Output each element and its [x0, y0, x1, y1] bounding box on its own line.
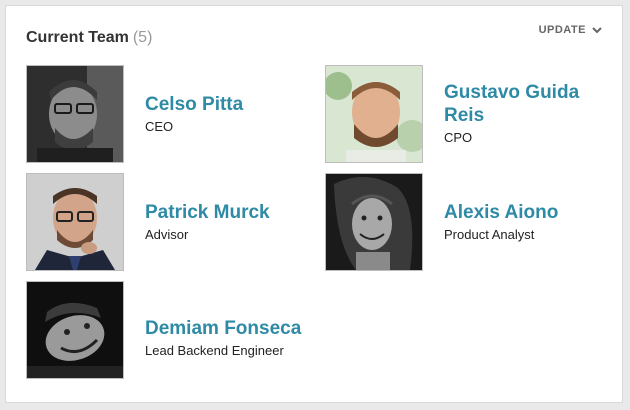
team-member: Demiam Fonseca Lead Backend Engineer — [26, 281, 316, 381]
card-title-text: Current Team — [26, 29, 129, 46]
team-member: Gustavo Guida Reis CPO — [325, 65, 615, 165]
member-role: Product Analyst — [444, 227, 535, 242]
team-count: (5) — [132, 29, 153, 46]
team-member: Alexis Aiono Product Analyst — [325, 173, 615, 273]
chevron-down-icon — [592, 26, 602, 34]
member-name[interactable]: Celso Pitta — [145, 93, 315, 116]
team-card: Current Team(5) UPDATE Celso Pitta CEO — [5, 5, 623, 403]
member-photo[interactable] — [26, 281, 124, 379]
member-role: Lead Backend Engineer — [145, 343, 284, 358]
member-photo[interactable] — [325, 173, 423, 271]
member-name[interactable]: Patrick Murck — [145, 201, 315, 224]
team-member: Patrick Murck Advisor — [26, 173, 316, 273]
member-role: CEO — [145, 119, 174, 134]
member-name[interactable]: Gustavo Guida Reis — [444, 81, 614, 127]
member-role: Advisor — [145, 227, 189, 242]
member-name[interactable]: Demiam Fonseca — [145, 317, 315, 340]
member-photo[interactable] — [26, 65, 124, 163]
member-photo[interactable] — [325, 65, 423, 163]
team-member: Celso Pitta CEO — [26, 65, 316, 165]
card-title: Current Team (5) — [26, 29, 152, 47]
update-label: UPDATE — [538, 24, 586, 36]
update-dropdown[interactable]: UPDATE — [539, 24, 602, 36]
member-role: CPO — [444, 130, 473, 145]
member-photo[interactable] — [26, 173, 124, 271]
member-name[interactable]: Alexis Aiono — [444, 201, 614, 224]
